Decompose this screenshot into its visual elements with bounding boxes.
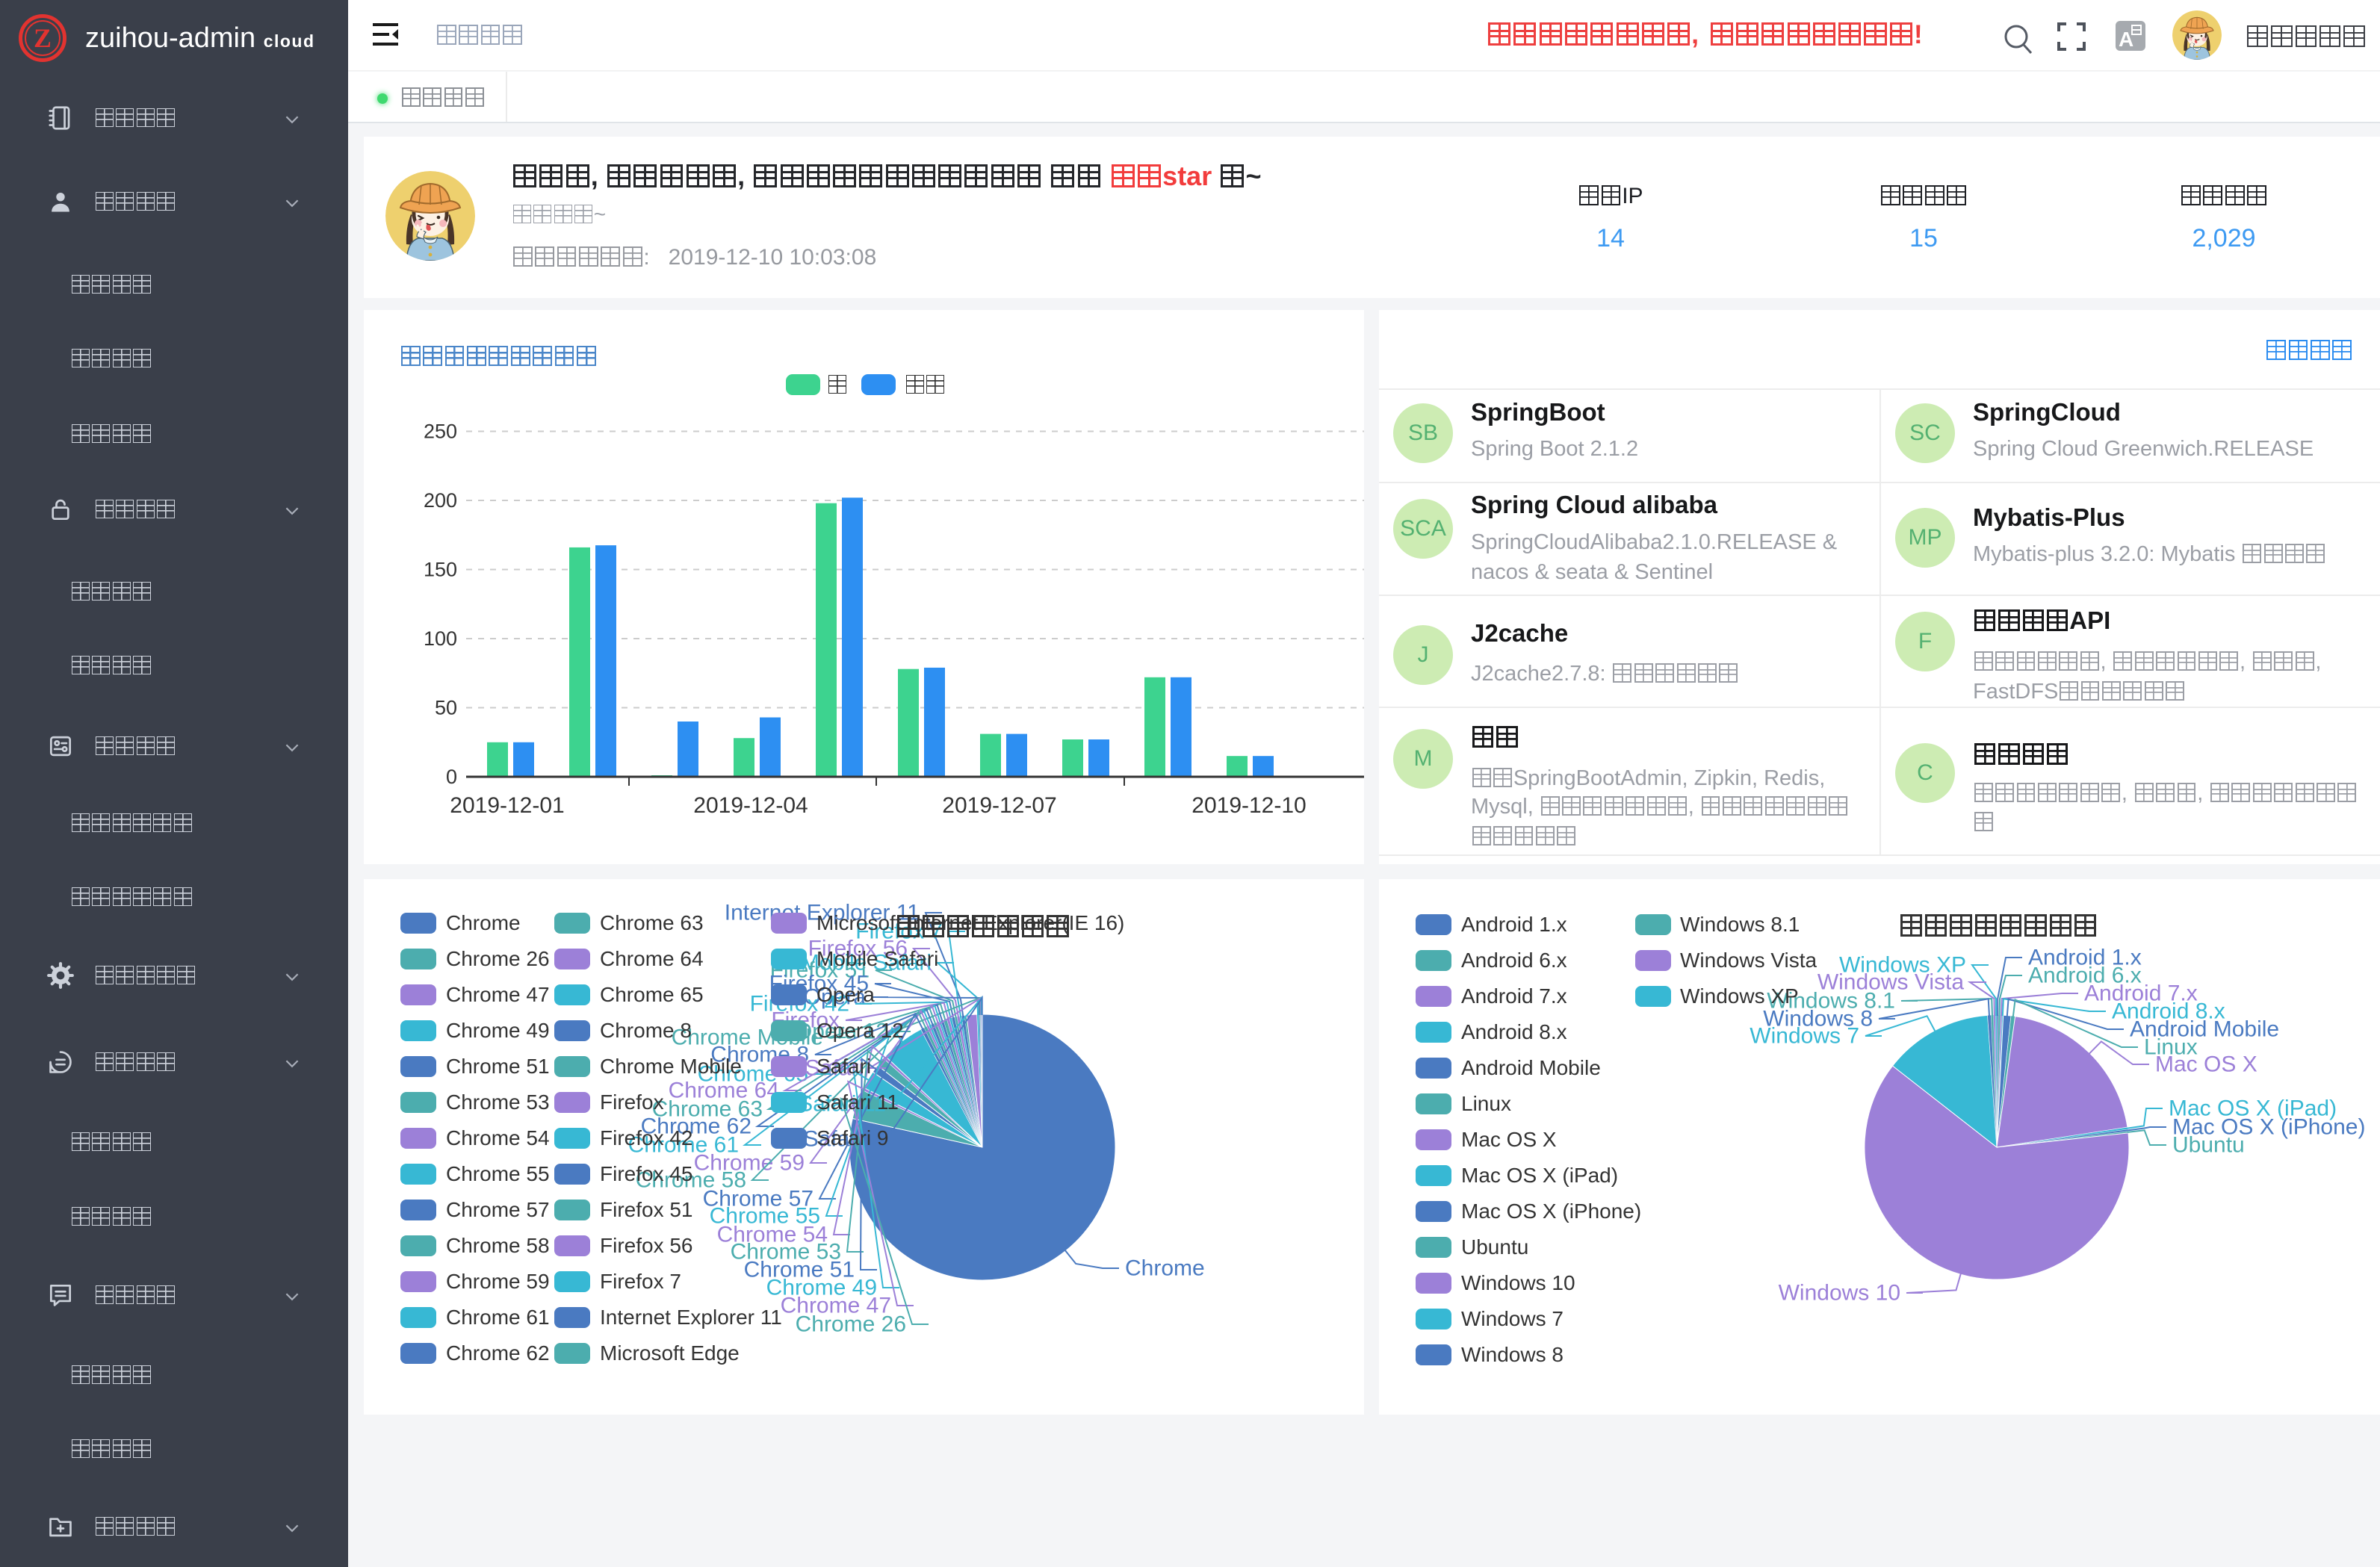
- svg-text:Mac OS X: Mac OS X: [2155, 1052, 2257, 1077]
- svg-text:Windows 10: Windows 10: [1779, 1281, 1900, 1306]
- svg-text:50: 50: [435, 697, 457, 719]
- svg-text:2019-12-07: 2019-12-07: [942, 793, 1056, 818]
- svg-text:Ubuntu: Ubuntu: [2172, 1133, 2245, 1158]
- svg-text:Chrome: Chrome: [1125, 1256, 1205, 1281]
- svg-text:150: 150: [424, 559, 457, 581]
- svg-text:Chrome 26: Chrome 26: [796, 1312, 906, 1337]
- svg-text:Windows 7: Windows 7: [1750, 1024, 1859, 1049]
- svg-text:250: 250: [424, 421, 457, 443]
- svg-text:2019-12-10: 2019-12-10: [1191, 793, 1306, 818]
- svg-text:2019-12-04: 2019-12-04: [693, 793, 808, 818]
- svg-text:0: 0: [446, 766, 457, 788]
- svg-text:100: 100: [424, 627, 457, 650]
- svg-text:2019-12-01: 2019-12-01: [450, 793, 564, 818]
- svg-text:200: 200: [424, 489, 457, 512]
